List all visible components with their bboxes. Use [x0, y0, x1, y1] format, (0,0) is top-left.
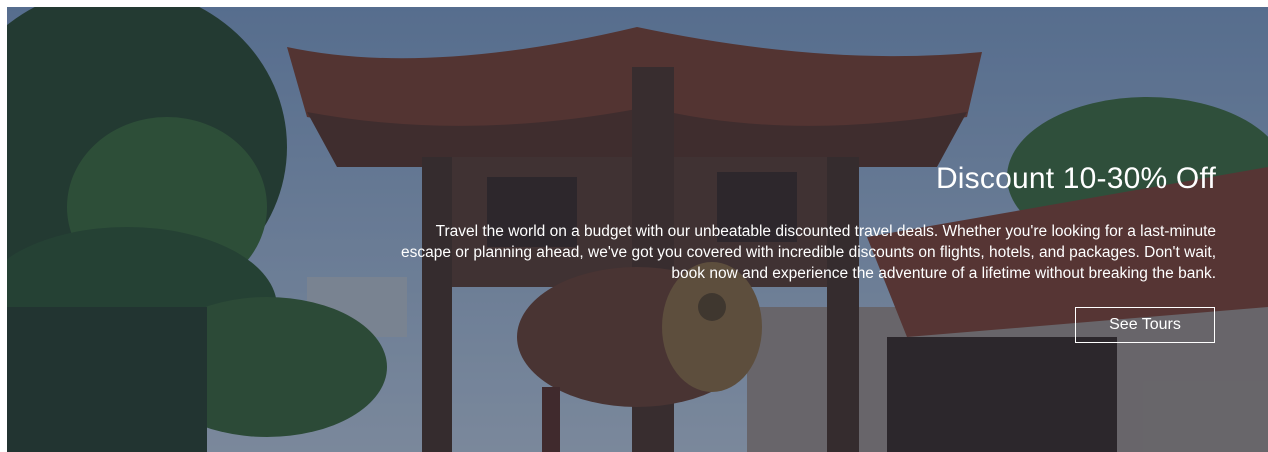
hero-banner: Discount 10-30% Off Travel the world on …	[7, 7, 1268, 452]
see-tours-button[interactable]: See Tours	[1075, 307, 1215, 343]
hero-content: Discount 10-30% Off Travel the world on …	[396, 159, 1216, 284]
hero-description: Travel the world on a budget with our un…	[401, 223, 1216, 282]
hero-title: Discount 10-30% Off	[935, 162, 1216, 195]
